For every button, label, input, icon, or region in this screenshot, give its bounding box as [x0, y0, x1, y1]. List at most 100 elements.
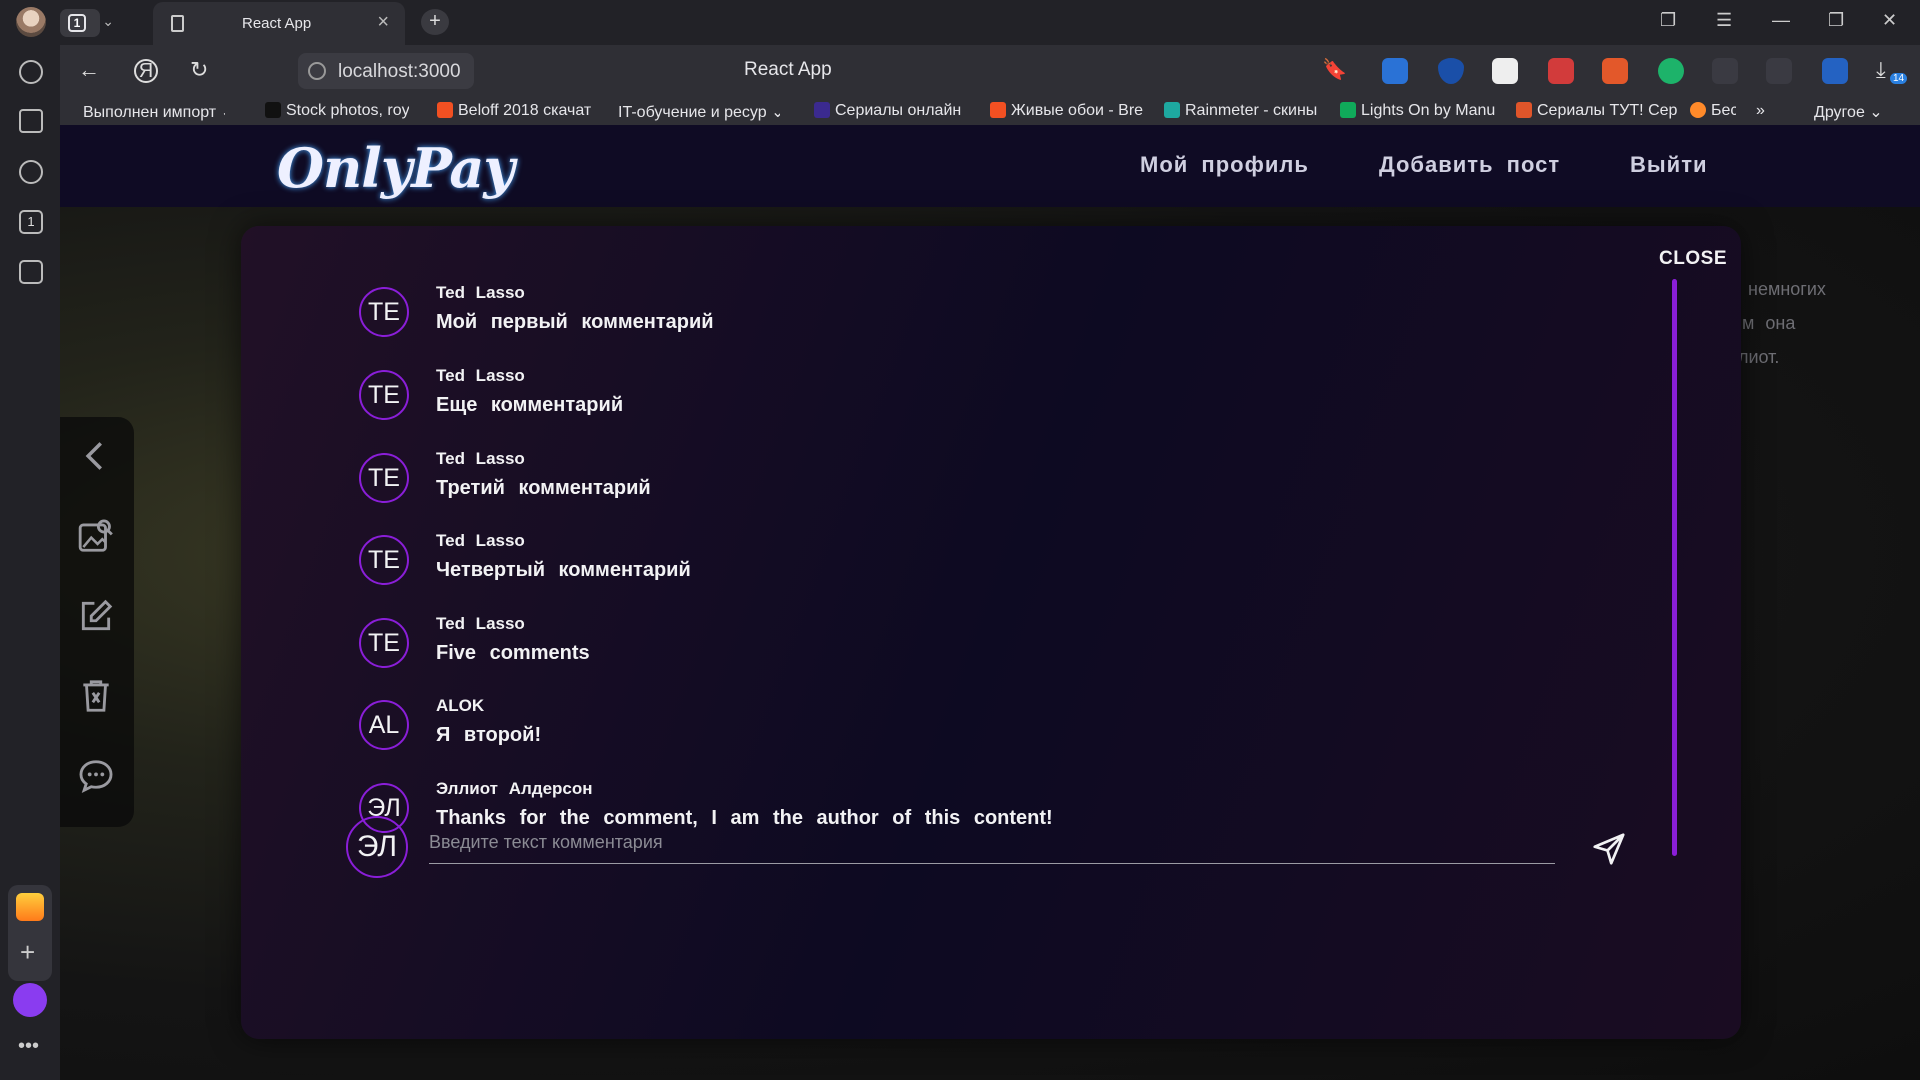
new-tab-button[interactable]: + — [421, 9, 449, 35]
puzzle-extension-icon[interactable] — [1548, 58, 1574, 84]
bookmark-item[interactable]: Lights On by Manu — [1340, 102, 1502, 120]
background-post-text: м она — [1742, 313, 1796, 333]
comment-text: Четвертый комментарий — [436, 559, 691, 581]
comment-item: TE Ted Lasso Четвертый комментарий — [359, 531, 1559, 593]
url-text: localhost:3000 — [338, 61, 461, 82]
post-tools-panel — [60, 417, 134, 827]
history-icon[interactable] — [19, 60, 43, 84]
mail-icon[interactable] — [16, 893, 44, 921]
reload-icon[interactable]: ↻ — [190, 57, 208, 83]
more-icon[interactable]: ••• — [18, 1035, 39, 1058]
avatar: TE — [359, 370, 409, 420]
comment-item: TE Ted Lasso Мой первый комментарий — [359, 283, 1559, 345]
add-icon[interactable]: + — [20, 939, 35, 965]
bookmark-favicon — [990, 102, 1006, 118]
delete-icon[interactable] — [77, 677, 115, 715]
bookmark-item[interactable]: Сериалы онлайн — [814, 102, 972, 120]
bookmark-item[interactable]: Stock photos, roya — [265, 102, 409, 120]
bookmark-favicon — [265, 102, 281, 118]
bookmark-item[interactable]: Сериалы ТУТ! Сер — [1516, 102, 1688, 120]
comment-author: Ted Lasso — [436, 531, 525, 550]
bookmark-folder-it[interactable]: IT-обучение и ресур ⌄ — [618, 102, 780, 122]
tabs-count-icon[interactable]: 1 — [19, 210, 43, 234]
profile-avatar[interactable] — [16, 7, 46, 37]
comment-item: TE Ted Lasso Five comments — [359, 614, 1559, 676]
menu-icon[interactable]: ☰ — [1716, 10, 1732, 31]
image-search-icon[interactable] — [77, 517, 115, 555]
browser-sidebar: 1 + ••• — [0, 45, 60, 1080]
collections-icon[interactable] — [19, 109, 43, 133]
bookmark-item[interactable]: Бес — [1690, 102, 1736, 120]
shield-extension-icon[interactable] — [1438, 58, 1464, 84]
comments-icon[interactable] — [77, 757, 115, 795]
minimize-icon[interactable]: — — [1772, 10, 1790, 31]
chevron-down-icon[interactable]: ⌄ — [102, 13, 114, 30]
bookmark-item[interactable]: Beloff 2018 скачат — [437, 102, 592, 120]
alice-assistant-icon[interactable] — [13, 983, 47, 1017]
nav-logout[interactable]: Выйти — [1630, 152, 1708, 178]
comment-text: Мой первый комментарий — [436, 311, 714, 333]
page-content: OnlyPay Мой профиль Добавить пост Выйти … — [60, 125, 1920, 1080]
comment-author: Эллиот Алдерсон — [436, 779, 593, 798]
scrollbar[interactable] — [1672, 279, 1677, 856]
tab-count-button[interactable]: 1 ⌄ — [60, 9, 114, 37]
play-icon[interactable] — [19, 160, 43, 184]
nav-my-profile[interactable]: Мой профиль — [1140, 152, 1309, 178]
bookmark-folder-other[interactable]: Другое ⌄ — [1814, 102, 1883, 122]
screenshot-icon[interactable] — [19, 260, 43, 284]
back-icon[interactable]: ← — [78, 57, 100, 83]
avatar: TE — [359, 453, 409, 503]
comment-text: Five comments — [436, 642, 590, 664]
comment-input[interactable] — [429, 822, 1555, 864]
comment-item: AL ALOK Я второй! — [359, 696, 1559, 758]
comment-text: Я второй! — [436, 724, 542, 746]
comment-author: Ted Lasso — [436, 366, 525, 385]
translate-extension-icon[interactable] — [1382, 58, 1408, 84]
comment-author: Ted Lasso — [436, 283, 525, 302]
bookmark-item[interactable]: Живые обои - Bre — [990, 102, 1150, 120]
collections-icon[interactable]: ❐ — [1660, 10, 1676, 31]
avatar: AL — [359, 700, 409, 750]
bookmark-item[interactable]: Rainmeter - скины — [1164, 102, 1326, 120]
more-bookmarks-icon[interactable]: » — [1756, 102, 1765, 120]
bookmark-favicon — [814, 102, 830, 118]
edit-icon[interactable] — [77, 597, 115, 635]
comment-text: Третий комментарий — [436, 477, 651, 499]
close-tab-icon[interactable]: × — [377, 11, 389, 34]
background-post-text: лиот. — [1738, 347, 1780, 367]
app-header: OnlyPay Мой профиль Добавить пост Выйти — [60, 125, 1920, 207]
nav-add-post[interactable]: Добавить пост — [1379, 152, 1560, 178]
bookmark-favicon — [1340, 102, 1356, 118]
bookmark-icon[interactable]: 🔖 — [1322, 57, 1347, 82]
close-button[interactable]: CLOSE — [1659, 248, 1727, 270]
browser-tab-bar: 1 ⌄ React App × + ❐ ☰ — ❐ ✕ — [0, 0, 1920, 45]
avatar: TE — [359, 287, 409, 337]
chevron-left-icon[interactable] — [77, 437, 115, 475]
browser-tab-active[interactable]: React App × — [153, 2, 405, 45]
sidebar-apps-panel: + — [8, 885, 52, 981]
avatar: TE — [359, 535, 409, 585]
comment-item: TE Ted Lasso Третий комментарий — [359, 449, 1559, 511]
target-extension-icon[interactable] — [1658, 58, 1684, 84]
glasses-extension-icon[interactable] — [1492, 58, 1518, 84]
download-icon[interactable]: ⤓ — [1876, 57, 1886, 83]
bookmark-favicon — [437, 102, 453, 118]
save-extension-icon[interactable] — [1822, 58, 1848, 84]
yandex-icon[interactable]: Я — [134, 59, 158, 83]
background-post-text: немногих — [1748, 279, 1826, 299]
restore-icon[interactable]: ❐ — [1828, 10, 1844, 31]
comment-item: TE Ted Lasso Еще комментарий — [359, 366, 1559, 428]
site-info-icon[interactable] — [308, 62, 326, 80]
pen-extension-icon[interactable] — [1712, 58, 1738, 84]
comments-modal: CLOSE TE Ted Lasso Мой первый комментари… — [241, 226, 1741, 1039]
current-user-avatar: ЭЛ — [346, 816, 408, 878]
close-window-icon[interactable]: ✕ — [1882, 10, 1897, 31]
bookmark-favicon — [1164, 102, 1180, 118]
translate-a-extension-icon[interactable] — [1602, 58, 1628, 84]
address-bar[interactable]: localhost:3000 — [298, 53, 474, 89]
bookmark-favicon — [1516, 102, 1532, 118]
chat-extension-icon[interactable] — [1766, 58, 1792, 84]
bookmark-folder-imported[interactable]: Выполнен импорт ⌄ — [83, 102, 225, 122]
app-logo[interactable]: OnlyPay — [277, 136, 515, 200]
send-icon[interactable] — [1591, 831, 1627, 867]
